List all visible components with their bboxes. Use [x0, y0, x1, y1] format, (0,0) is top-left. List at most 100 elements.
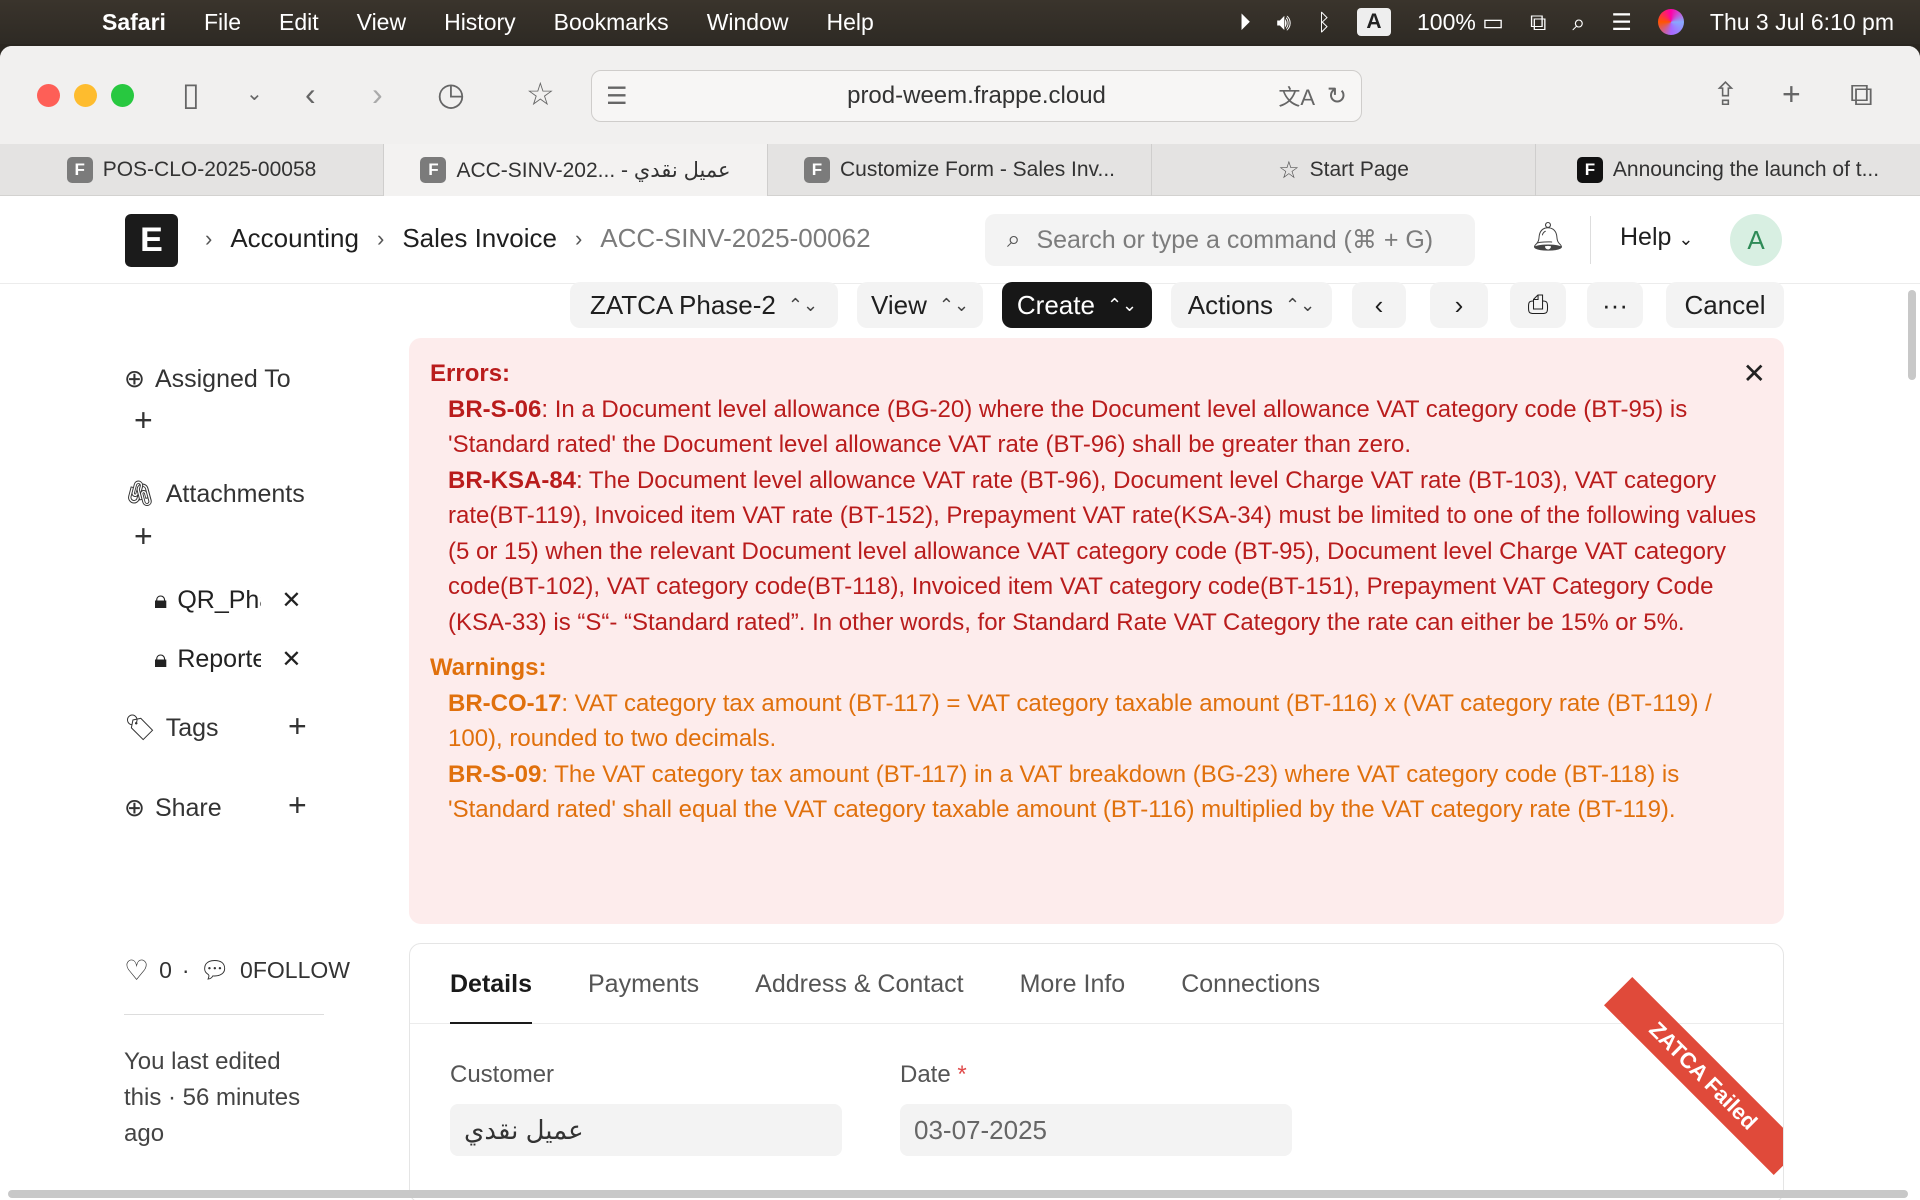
keyboard-input-icon[interactable]: A — [1356, 8, 1391, 36]
warning-text: : The VAT category tax amount (BT-117) i… — [448, 760, 1680, 824]
browser-toolbar: ▯ ⌄ ‹ › ◷ ☆ ☰ prod-weem.frappe.cloud 文A … — [0, 46, 1920, 144]
attachment-item[interactable]: 🔒︎ Reported ✕ — [154, 645, 301, 674]
breadcrumb-chevron-icon: › — [574, 225, 583, 251]
tab-details[interactable]: Details — [450, 944, 532, 1024]
errors-heading: Errors: — [430, 360, 511, 387]
bluetooth-icon[interactable]: ᛒ — [1317, 9, 1331, 36]
assigned-to-label: Assigned To — [154, 364, 291, 393]
menu-file[interactable]: File — [204, 9, 241, 36]
attachments-label: Attachments — [165, 480, 305, 508]
erpnext-logo[interactable]: E — [125, 214, 178, 267]
minimize-window-button[interactable] — [74, 83, 97, 107]
battery-status[interactable]: 100% ▭ — [1417, 9, 1504, 36]
menu-view[interactable]: View — [357, 9, 406, 36]
comment-icon[interactable]: 💬︎ — [200, 956, 230, 985]
screen-mirroring-icon[interactable]: ⧉ — [1530, 9, 1546, 36]
bookmark-star-icon[interactable]: ☆ — [526, 74, 555, 114]
remove-attachment-icon[interactable]: ✕ — [281, 586, 301, 615]
tags-label: Tags — [165, 714, 219, 742]
follow-link[interactable]: FOLLOW — [253, 957, 350, 984]
frappe-favicon-icon: F — [420, 157, 447, 183]
actions-button[interactable]: Actions ⌃⌄ — [1171, 282, 1332, 328]
tab-more-info[interactable]: More Info — [1020, 944, 1126, 1024]
tab-label: ACC-SINV-202... - عميل نقدي — [456, 158, 731, 182]
menubar-clock[interactable]: Thu 3 Jul 6:10 pm — [1710, 9, 1894, 36]
zatca-phase-2-button[interactable]: ZATCA Phase-2 ⌃⌄ — [570, 282, 838, 328]
view-button-label: View — [870, 289, 927, 320]
last-edited-info: You last edited this · 56 minutes ago — [124, 1048, 301, 1147]
required-asterisk: * — [957, 1061, 967, 1088]
browser-tab[interactable]: ☆ Start Page — [1152, 144, 1536, 196]
spotlight-search-icon[interactable]: ⌕ — [1572, 9, 1585, 36]
breadcrumb-current-doc: ACC-SINV-2025-00062 — [600, 223, 871, 253]
navbar-divider — [1590, 216, 1591, 264]
browser-tab[interactable]: F Customize Form - Sales Inv... — [768, 144, 1152, 196]
attachment-item[interactable]: 🔒︎ QR_Phase ✕ — [154, 586, 301, 615]
play-icon[interactable]: ⏵ — [1239, 9, 1251, 36]
page-menu-icon[interactable]: ☰ — [606, 82, 628, 111]
breadcrumb-accounting[interactable]: Accounting — [230, 223, 359, 254]
history-icon[interactable]: ◷ — [437, 74, 465, 114]
user-avatar[interactable]: A — [1730, 214, 1782, 266]
volume-icon[interactable]: 🔊︎ — [1277, 9, 1292, 36]
menu-help[interactable]: Help — [827, 9, 874, 36]
zoom-window-button[interactable] — [111, 83, 134, 107]
create-button[interactable]: Create ⌃⌄ — [1002, 282, 1152, 328]
address-bar[interactable]: ☰ prod-weem.frappe.cloud 文A ↻ — [591, 70, 1362, 122]
tab-overview-icon[interactable]: ⧉ — [1850, 74, 1873, 114]
browser-tab-active[interactable]: F ACC-SINV-202... - عميل نقدي — [384, 144, 768, 196]
forward-icon[interactable]: › — [372, 74, 383, 114]
awesomebar-search-input[interactable]: ⌕ Search or type a command (⌘ + G) — [985, 214, 1475, 266]
print-button[interactable]: ⎙ — [1510, 282, 1566, 328]
menu-edit[interactable]: Edit — [279, 9, 319, 36]
view-button[interactable]: View ⌃⌄ — [857, 282, 983, 328]
battery-icon: ▭ — [1482, 8, 1504, 35]
next-doc-button[interactable]: › — [1430, 282, 1488, 328]
customer-field[interactable]: عميل نقدي — [450, 1104, 842, 1156]
tab-connections[interactable]: Connections — [1181, 944, 1320, 1024]
remove-attachment-icon[interactable]: ✕ — [281, 645, 301, 674]
date-field[interactable]: 03-07-2025 — [900, 1104, 1292, 1156]
add-attachment-plus-icon[interactable]: + — [134, 518, 153, 555]
tab-address-contact[interactable]: Address & Contact — [755, 944, 963, 1024]
date-label: Date — [900, 1061, 951, 1088]
translate-icon[interactable]: 文A — [1278, 80, 1315, 112]
add-assignment-plus-icon[interactable]: + — [134, 402, 153, 439]
cancel-button[interactable]: Cancel — [1666, 282, 1784, 328]
menu-history[interactable]: History — [444, 9, 516, 36]
menu-app-name[interactable]: Safari — [102, 9, 166, 36]
paperclip-icon: 🖇︎ — [124, 480, 156, 508]
close-window-button[interactable] — [37, 83, 60, 107]
close-alert-icon[interactable]: ✕ — [1743, 356, 1766, 392]
error-code: BR-S-06 — [448, 395, 542, 423]
search-placeholder: Search or type a command (⌘ + G) — [1036, 226, 1434, 254]
menu-bookmarks[interactable]: Bookmarks — [554, 9, 669, 36]
more-menu-button[interactable]: ··· — [1587, 282, 1643, 328]
lock-icon: 🔒︎ — [154, 645, 168, 673]
help-dropdown[interactable]: Help ⌄ — [1620, 223, 1693, 252]
reload-icon[interactable]: ↻ — [1327, 82, 1347, 111]
heart-icon[interactable]: ♡ — [124, 954, 149, 987]
back-icon[interactable]: ‹ — [305, 74, 316, 114]
control-center-icon[interactable]: ☰ — [1611, 9, 1632, 36]
share-icon[interactable]: ⇪ — [1712, 74, 1739, 114]
vertical-scrollbar[interactable] — [1908, 290, 1916, 380]
new-tab-icon[interactable]: + — [1782, 74, 1801, 114]
breadcrumb-sales-invoice[interactable]: Sales Invoice — [402, 223, 557, 254]
attachment-name: Reported — [177, 645, 262, 673]
menu-window[interactable]: Window — [707, 9, 789, 36]
browser-tab[interactable]: F Announcing the launch of t... — [1536, 144, 1920, 196]
sidebar-toggle-icon[interactable]: ▯ — [182, 74, 200, 114]
error-message: BR-KSA-84: The Document level allowance … — [430, 463, 1762, 641]
horizontal-scrollbar[interactable] — [8, 1190, 1908, 1198]
tab-label: Announcing the launch of t... — [1612, 158, 1880, 181]
warning-message: BR-S-09: The VAT category tax amount (BT… — [430, 757, 1762, 828]
tab-payments[interactable]: Payments — [588, 944, 699, 1024]
notification-bell-icon[interactable]: 🔔︎ — [1530, 220, 1566, 253]
add-tag-plus-icon[interactable]: + — [288, 708, 307, 745]
tab-group-chevron-icon[interactable]: ⌄ — [246, 74, 263, 114]
siri-icon[interactable] — [1657, 9, 1684, 35]
browser-tab[interactable]: F POS-CLO-2025-00058 — [0, 144, 384, 196]
add-share-plus-icon[interactable]: + — [288, 787, 307, 824]
previous-doc-button[interactable]: ‹ — [1352, 282, 1406, 328]
